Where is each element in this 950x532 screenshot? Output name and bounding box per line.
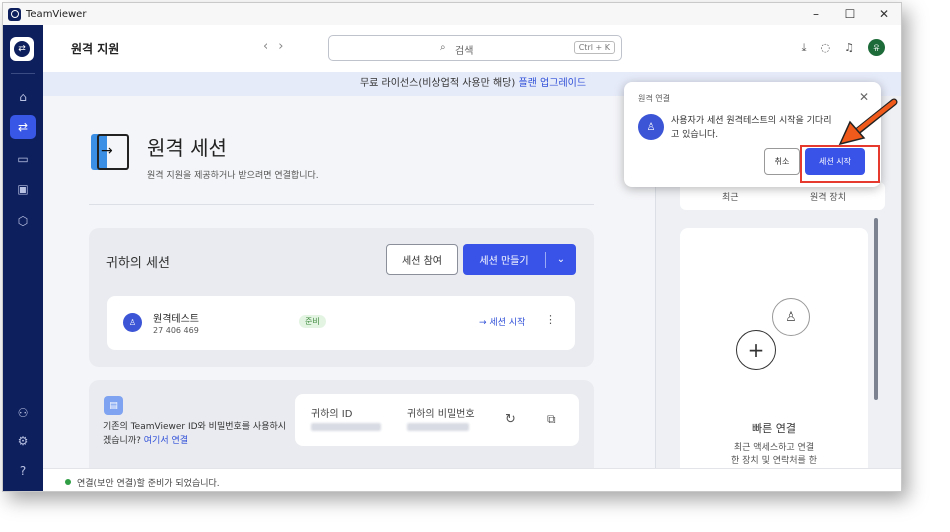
cancel-button[interactable]: 취소	[764, 148, 800, 175]
copy-icon[interactable]: ⧉	[547, 412, 556, 427]
password-value-redacted	[407, 423, 469, 431]
screen-icon[interactable]: ▣	[10, 177, 36, 201]
remote-session-subtitle: 원격 지원을 제공하거나 받으려면 연결합니다.	[147, 171, 319, 181]
teamviewer-small-icon	[8, 7, 21, 21]
license-text: 무료 라이선스(비상업적 사용만 해당)	[359, 78, 516, 89]
my-sessions-card: 귀하의 세션 세션 참여 세션 만들기 ⌄ ♙ 원격테스트 27 406 469…	[89, 228, 594, 367]
upgrade-link[interactable]: 플랜 업그레이드	[518, 78, 586, 89]
credentials-question: 기존의 TeamViewer ID와 비밀번호를 사용하시겠습니까?	[103, 422, 287, 446]
shield-icon[interactable]: ⬡	[10, 209, 36, 233]
highlight-box	[800, 145, 880, 183]
search-placeholder: 검색	[455, 46, 474, 57]
header: 원격 지원 ‹› ⌕ 검색 Ctrl + K ⤓ ◌ ♫ 유	[43, 25, 901, 72]
quick-connect-title: 빠른 연결	[752, 422, 796, 435]
chat-icon[interactable]: ◌	[821, 41, 831, 54]
devices-icon[interactable]: ▭	[10, 147, 36, 171]
search-icon: ⌕	[440, 42, 446, 53]
person-icon: ♙	[123, 313, 142, 332]
id-value-redacted	[311, 423, 381, 431]
app-title: TeamViewer	[26, 8, 87, 20]
person-icon: ♙	[772, 298, 810, 336]
chevron-down-icon[interactable]: ⌄	[546, 254, 576, 265]
back-arrow-icon[interactable]: ‹	[263, 39, 278, 54]
my-sessions-title: 귀하의 세션	[106, 256, 170, 271]
help-icon[interactable]: ?	[10, 459, 36, 483]
sidebar-divider	[11, 73, 35, 74]
header-icons: ⤓ ◌ ♫ 유	[802, 39, 885, 56]
session-row[interactable]: ♙ 원격테스트 27 406 469 준비 → 세션 시작 ⋮	[107, 296, 575, 350]
page-title: 원격 지원	[71, 42, 120, 56]
quick-connect-desc-line2: 한 장치 및 연락처를 한	[731, 456, 817, 466]
arrow-right-icon: →	[479, 318, 490, 328]
start-session-link[interactable]: → 세션 시작	[479, 315, 525, 328]
session-name: 원격테스트	[153, 314, 199, 325]
id-password-box: 귀하의 ID 귀하의 비밀번호 ↻ ⧉	[295, 394, 579, 446]
nav-arrows: ‹›	[263, 39, 293, 54]
teamviewer-logo[interactable]: ⇄	[10, 37, 34, 61]
scrollbar[interactable]	[874, 218, 878, 400]
status-bar: 연결(보안 연결)할 준비가 되었습니다.	[43, 468, 901, 491]
gear-icon[interactable]: ⚙	[10, 429, 36, 453]
plus-icon[interactable]: +	[736, 330, 776, 370]
annotation-arrow-icon	[838, 98, 898, 146]
start-session-label: 세션 시작	[489, 318, 526, 328]
connect-here-link[interactable]: 여기서 연결	[144, 436, 188, 446]
bell-icon[interactable]: ♫	[844, 41, 854, 54]
home-icon[interactable]: ⌂	[10, 85, 36, 109]
teamviewer-window: TeamViewer – ☐ ✕ ⇄ ⌂ ⇄ ▭ ▣ ⬡ ⚇ ⚙ ? 원격 지원…	[2, 2, 902, 492]
create-session-label: 세션 만들기	[479, 256, 529, 267]
password-label: 귀하의 비밀번호	[407, 409, 475, 420]
avatar[interactable]: 유	[868, 39, 885, 56]
tab-remote-devices[interactable]: 원격 장치	[810, 190, 846, 203]
quick-connect-description: 최근 액세스하고 연결 한 장치 및 연락처를 한	[680, 442, 868, 468]
id-label: 귀하의 ID	[311, 409, 353, 420]
popup-title: 원격 연결	[638, 94, 670, 103]
download-icon[interactable]: ⤓	[802, 41, 807, 55]
title-bar: TeamViewer – ☐ ✕	[3, 3, 901, 25]
id-card-icon: ▤	[104, 396, 123, 415]
credentials-card: ▤ 기존의 TeamViewer ID와 비밀번호를 사용하시겠습니까? 여기서…	[89, 380, 594, 468]
remote-support-icon[interactable]: ⇄	[10, 115, 36, 139]
screenshot-stage: TeamViewer – ☐ ✕ ⇄ ⌂ ⇄ ▭ ▣ ⬡ ⚇ ⚙ ? 원격 지원…	[0, 0, 950, 532]
status-dot-icon	[65, 479, 71, 485]
window-controls: – ☐ ✕	[799, 3, 901, 25]
close-button[interactable]: ✕	[867, 3, 901, 25]
minimize-button[interactable]: –	[799, 3, 833, 25]
quick-connect-card: ♙ + 빠른 연결 최근 액세스하고 연결 한 장치 및 연락처를 한	[680, 228, 868, 478]
tab-recent[interactable]: 최근	[722, 190, 739, 203]
maximize-button[interactable]: ☐	[833, 3, 867, 25]
remote-session-title: 원격 세션	[147, 136, 227, 160]
create-session-button[interactable]: 세션 만들기 ⌄	[463, 244, 576, 275]
status-text: 연결(보안 연결)할 준비가 되었습니다.	[77, 479, 220, 489]
person-icon: ♙	[638, 114, 664, 140]
divider	[89, 204, 594, 205]
quick-connect-desc-line1: 최근 액세스하고 연결	[733, 443, 815, 453]
join-session-button[interactable]: 세션 참여	[386, 244, 458, 275]
forward-arrow-icon[interactable]: ›	[278, 39, 293, 54]
remote-session-icon: →	[91, 134, 131, 172]
sidebar: ⇄ ⌂ ⇄ ▭ ▣ ⬡ ⚇ ⚙ ?	[3, 25, 43, 491]
main-content: → 원격 세션 원격 지원을 제공하거나 받으려면 연결합니다. 귀하의 세션 …	[43, 96, 653, 468]
search-input[interactable]: ⌕ 검색 Ctrl + K	[328, 35, 622, 61]
session-id: 27 406 469	[153, 326, 199, 335]
refresh-icon[interactable]: ↻	[505, 412, 516, 427]
more-options-icon[interactable]: ⋮	[545, 313, 556, 326]
status-badge: 준비	[299, 315, 326, 328]
users-icon[interactable]: ⚇	[10, 401, 36, 425]
search-shortcut: Ctrl + K	[573, 41, 615, 54]
credentials-text: 기존의 TeamViewer ID와 비밀번호를 사용하시겠습니까? 여기서 연…	[103, 420, 293, 448]
